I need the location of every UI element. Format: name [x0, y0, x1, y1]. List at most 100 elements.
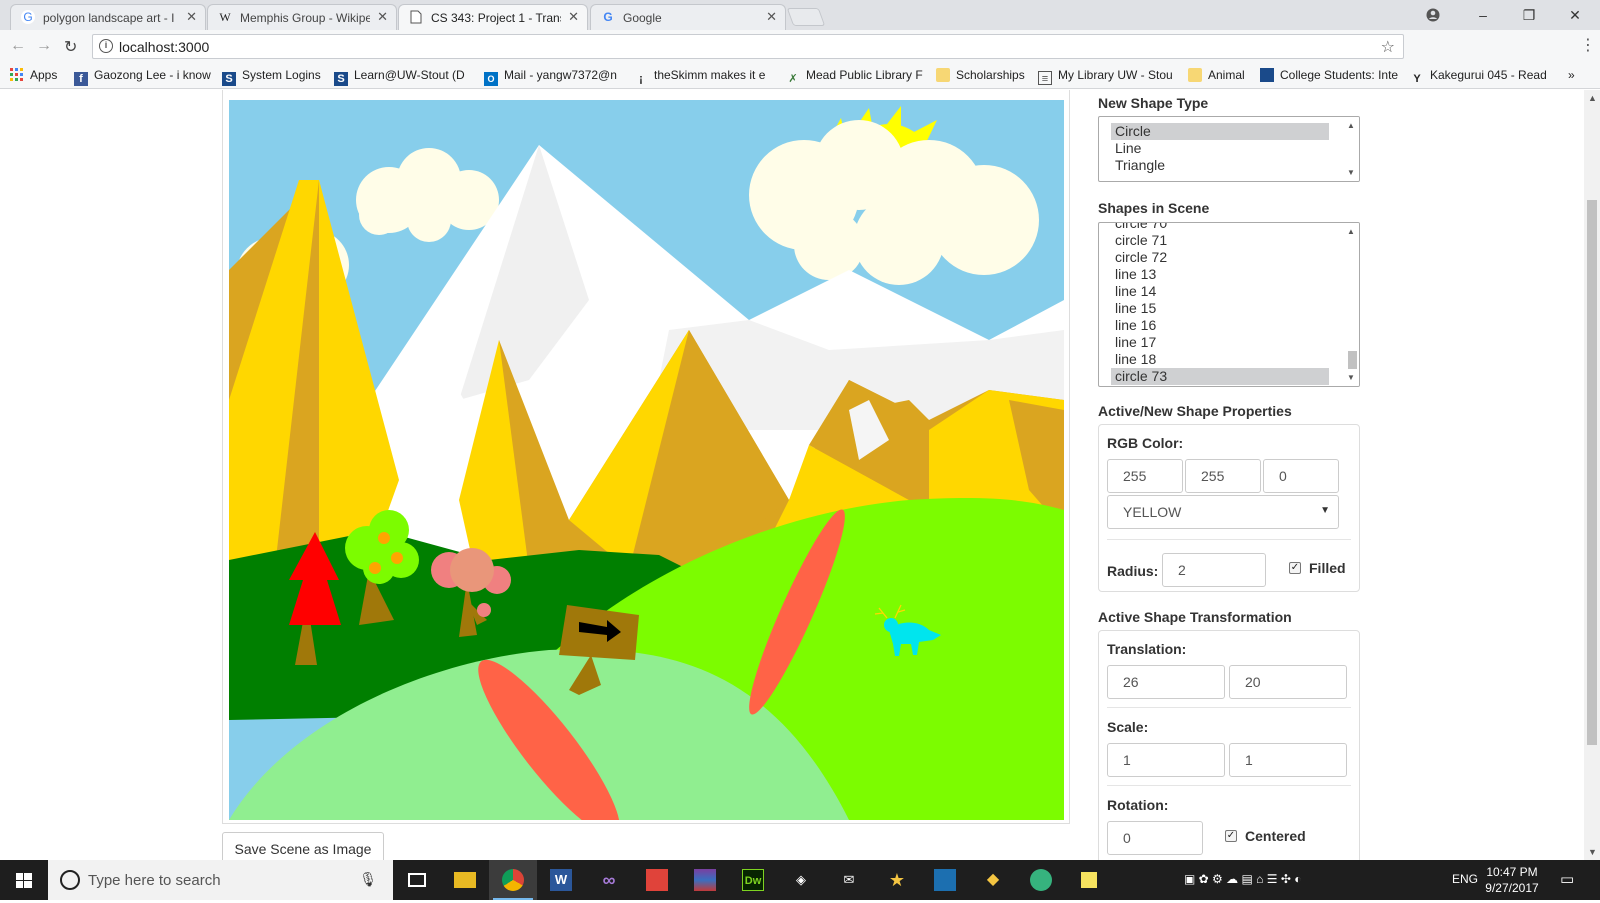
action-center-icon[interactable]: ▭ [1560, 870, 1574, 888]
reload-icon[interactable]: ↻ [64, 37, 77, 57]
scale-x-input[interactable]: 1 [1107, 743, 1225, 777]
taskbar-atom[interactable] [1017, 860, 1065, 900]
scale-y-input[interactable]: 1 [1229, 743, 1347, 777]
taskbar-sticky-app[interactable] [633, 860, 681, 900]
bookmark-star-icon[interactable]: ☆ [1381, 37, 1395, 57]
taskbar-sticky-notes[interactable] [1065, 860, 1113, 900]
shapes-scrollbar[interactable]: ▲ ▼ [1345, 223, 1359, 386]
tab-polygon-landscape[interactable]: G polygon landscape art - I ✕ [10, 4, 206, 30]
rgb-color-label: RGB Color: [1107, 435, 1184, 451]
shape-item[interactable]: line 15 [1111, 300, 1359, 317]
scroll-thumb[interactable] [1348, 351, 1357, 369]
bookmark-mail[interactable]: O Mail - yangw7372@n [484, 68, 622, 86]
bookmark-college-students[interactable]: College Students: Inte [1260, 68, 1398, 82]
bookmark-animal[interactable]: Animal [1188, 68, 1252, 82]
language-indicator[interactable]: ENG [1452, 872, 1478, 886]
tab-google[interactable]: G Google ✕ [590, 4, 786, 30]
restore-button[interactable]: ❐ [1506, 4, 1552, 26]
scroll-down-arrow-icon[interactable]: ▼ [1588, 847, 1597, 857]
rotation-input[interactable]: 0 [1107, 821, 1203, 855]
shape-option-circle[interactable]: Circle [1111, 123, 1329, 140]
tab-cs343-project[interactable]: CS 343: Project 1 - Transf ✕ [398, 4, 588, 30]
back-arrow-icon[interactable]: ← [10, 37, 26, 55]
taskbar-chrome[interactable] [489, 860, 537, 900]
scroll-up-arrow-icon[interactable]: ▲ [1347, 227, 1355, 236]
save-scene-button[interactable]: Save Scene as Image [222, 832, 384, 860]
new-shape-type-select[interactable]: Circle Line Triangle ▲ ▼ [1098, 116, 1360, 182]
color-name-select[interactable]: YELLOW ▼ [1107, 495, 1339, 529]
taskbar-search-box[interactable]: Type here to search 🎙 [48, 860, 393, 900]
shapes-in-scene-list[interactable]: circle 70 circle 71 circle 72 line 13 li… [1098, 222, 1360, 387]
forward-arrow-icon[interactable]: → [36, 37, 52, 55]
taskbar-blue-app[interactable] [921, 860, 969, 900]
taskbar-file-explorer[interactable] [441, 860, 489, 900]
translate-y-input[interactable]: 20 [1229, 665, 1347, 699]
shape-type-scrollbar[interactable]: ▲ ▼ [1345, 117, 1359, 181]
page-scrollbar[interactable]: ▲ ▼ [1584, 90, 1600, 860]
taskbar-dreamweaver[interactable]: Dw [729, 860, 777, 900]
bookmark-theskimm[interactable]: ¡ theSkimm makes it e [634, 68, 774, 86]
folder-icon [1188, 68, 1202, 82]
translate-x-input[interactable]: 26 [1107, 665, 1225, 699]
shape-item[interactable]: line 18 [1111, 351, 1359, 368]
tab-close-icon[interactable]: ✕ [186, 9, 197, 25]
bookmark-learn-uw-stout[interactable]: S Learn@UW-Stout (D [334, 68, 472, 86]
bookmark-kakegurui[interactable]: Y Kakegurui 045 - Read [1410, 68, 1550, 86]
tab-close-icon[interactable]: ✕ [568, 9, 579, 25]
scroll-up-arrow-icon[interactable]: ▲ [1588, 93, 1597, 103]
page-scroll-thumb[interactable] [1587, 200, 1597, 745]
shape-item-selected[interactable]: circle 73 [1111, 368, 1329, 385]
shape-item[interactable]: line 14 [1111, 283, 1359, 300]
bookmark-system-logins[interactable]: S System Logins [222, 68, 326, 86]
scroll-down-arrow-icon[interactable]: ▼ [1347, 373, 1355, 382]
taskbar-word[interactable]: W [537, 860, 585, 900]
tab-close-icon[interactable]: ✕ [377, 9, 388, 25]
shape-item[interactable]: circle 71 [1111, 232, 1359, 249]
site-info-icon[interactable]: i [99, 39, 113, 53]
shape-option-triangle[interactable]: Triangle [1111, 157, 1359, 174]
tab-close-icon[interactable]: ✕ [766, 9, 777, 25]
bookmark-my-library[interactable]: ≡ My Library UW - Stou [1038, 68, 1178, 85]
task-view-button[interactable] [393, 860, 441, 900]
bookmark-apps[interactable]: Apps [10, 68, 68, 82]
menu-kebab-icon[interactable]: ⋮ [1580, 35, 1596, 55]
taskbar-winrar[interactable] [681, 860, 729, 900]
taskbar-visual-studio[interactable]: ∞ [585, 860, 633, 900]
taskbar-git[interactable]: ◆ [969, 860, 1017, 900]
taskbar-unity[interactable]: ◈ [777, 860, 825, 900]
manga-icon: Y [1413, 73, 1421, 85]
page-favicon-icon [409, 10, 423, 24]
shape-item[interactable]: line 16 [1111, 317, 1359, 334]
bookmark-mead-library[interactable]: ✗ Mead Public Library F [786, 68, 924, 86]
centered-checkbox[interactable]: ✓ [1225, 830, 1237, 842]
scene-canvas[interactable] [229, 100, 1064, 820]
scroll-down-arrow-icon[interactable]: ▼ [1347, 168, 1355, 177]
tab-memphis-group[interactable]: W Memphis Group - Wikipe ✕ [207, 4, 397, 30]
filled-checkbox[interactable]: ✓ [1289, 562, 1301, 574]
new-tab-button[interactable] [786, 8, 826, 26]
profile-icon[interactable] [1410, 4, 1456, 26]
address-bar[interactable]: i localhost:3000 ☆ [92, 34, 1404, 59]
radius-input[interactable]: 2 [1162, 553, 1266, 587]
taskbar-star-app[interactable]: ★ [873, 860, 921, 900]
shape-item[interactable]: line 17 [1111, 334, 1359, 351]
blue-input[interactable]: 0 [1263, 459, 1339, 493]
microphone-icon[interactable]: 🎙 [359, 871, 377, 888]
shape-item-partial[interactable]: circle 70 [1111, 223, 1359, 232]
green-input[interactable]: 255 [1185, 459, 1261, 493]
scroll-up-arrow-icon[interactable]: ▲ [1347, 121, 1355, 130]
shape-item[interactable]: circle 72 [1111, 249, 1359, 266]
more-bookmarks-button[interactable]: » [1568, 68, 1575, 82]
bookmark-label: Gaozong Lee - i know [94, 68, 211, 82]
close-window-button[interactable]: ✕ [1552, 4, 1598, 26]
system-clock[interactable]: 10:47 PM 9/27/2017 [1476, 864, 1548, 896]
red-input[interactable]: 255 [1107, 459, 1183, 493]
shape-option-line[interactable]: Line [1111, 140, 1359, 157]
tray-icons[interactable]: ▣ ✿ ⚙ ☁ ▤ ⌂ ☰ ✣ ◐ [1184, 872, 1301, 886]
taskbar-mail[interactable]: ✉ [825, 860, 873, 900]
bookmark-gaozong-lee[interactable]: f Gaozong Lee - i know [74, 68, 212, 86]
start-button[interactable] [0, 860, 48, 900]
shape-item[interactable]: line 13 [1111, 266, 1359, 283]
bookmark-scholarships[interactable]: Scholarships [936, 68, 1030, 82]
minimize-button[interactable]: – [1460, 4, 1506, 26]
